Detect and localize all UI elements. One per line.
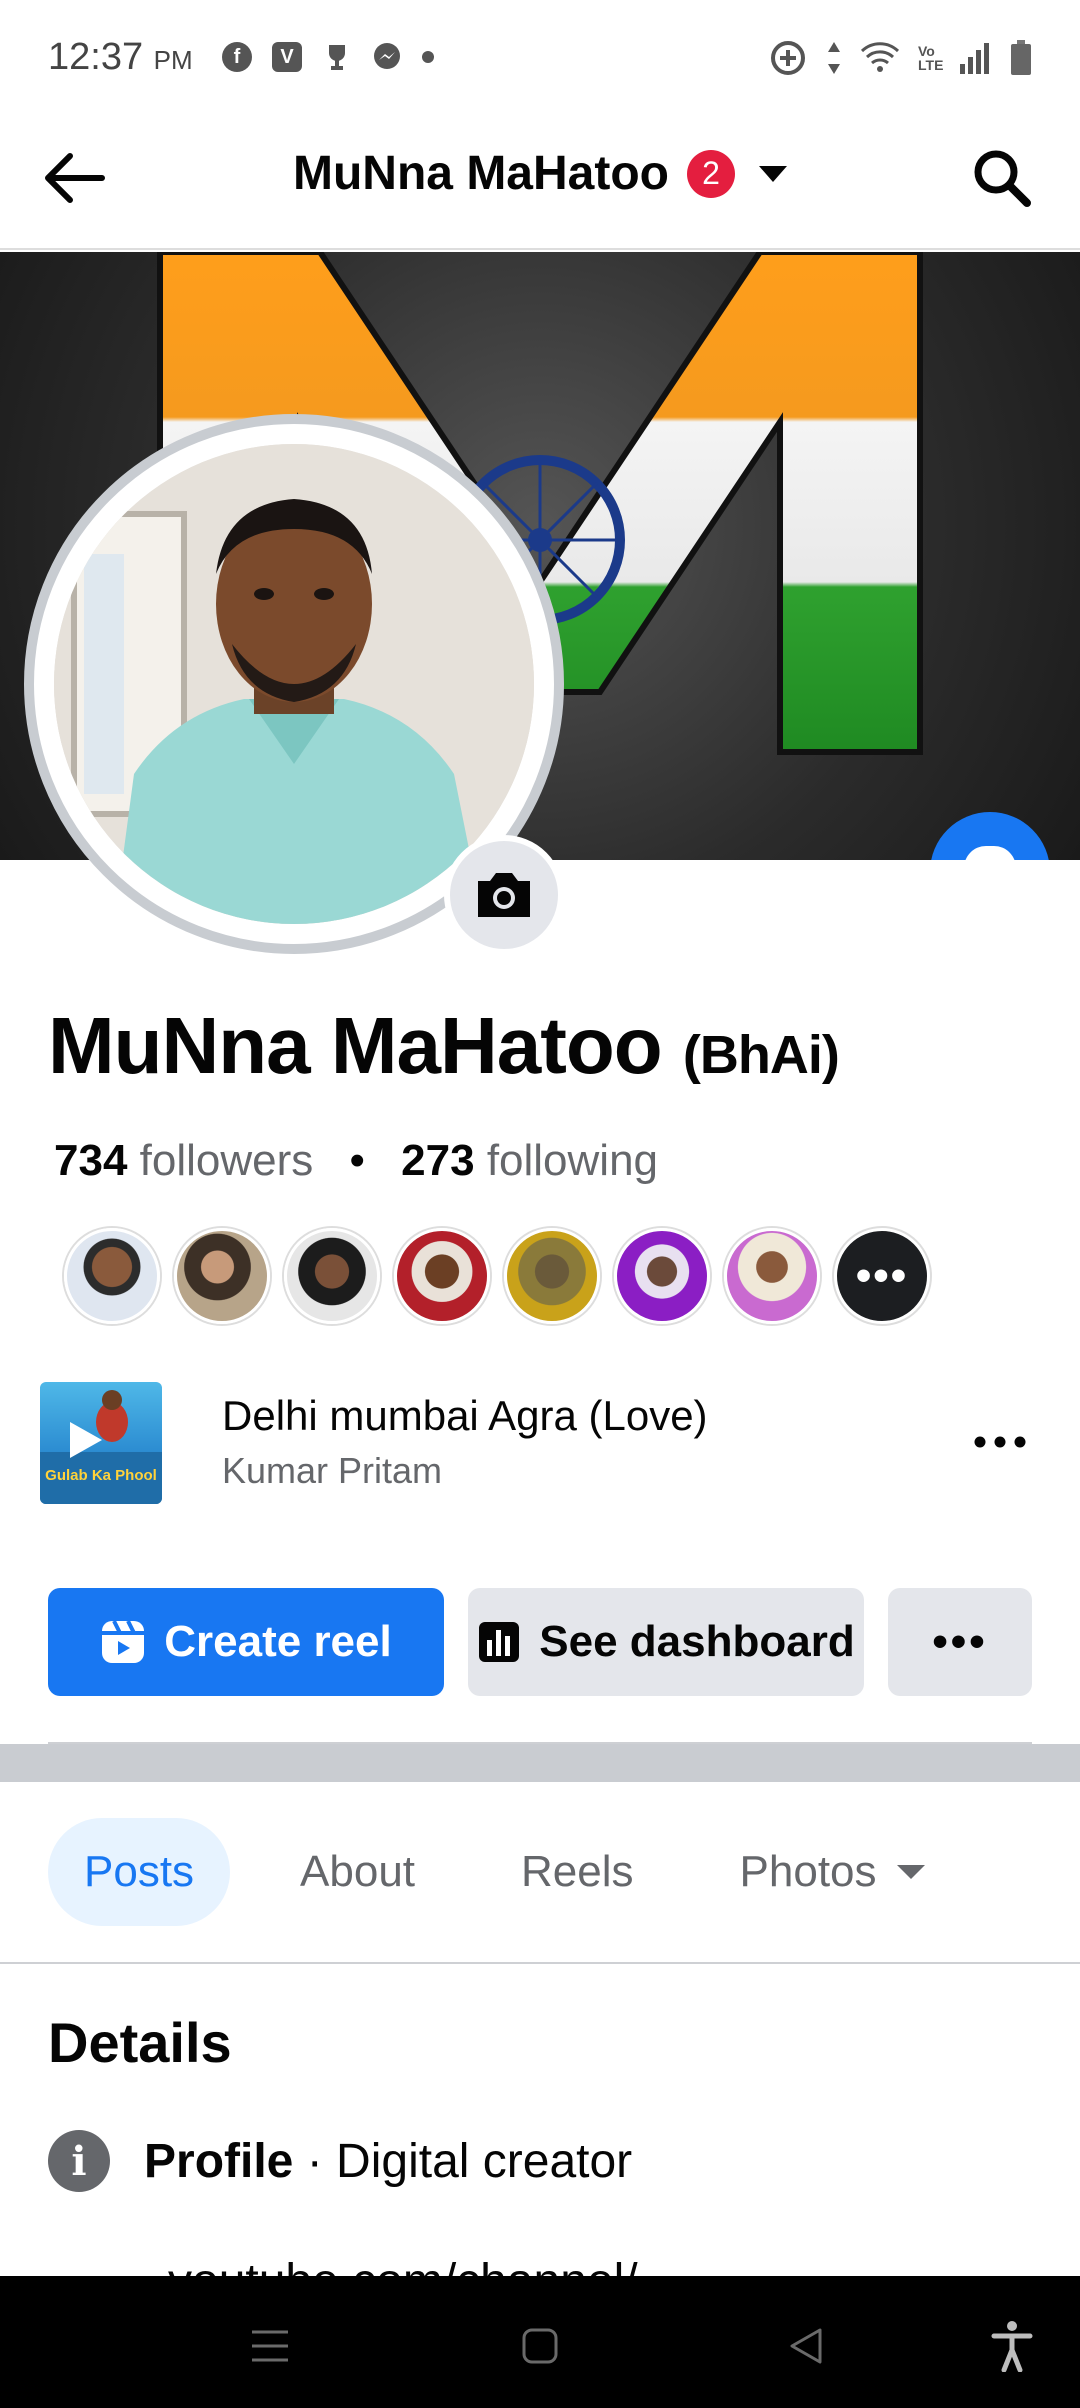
follower-avatar[interactable] [284, 1228, 380, 1324]
detail-value: Digital creator [336, 2134, 633, 2188]
notification-badge: 2 [686, 149, 735, 198]
detail-link-partial[interactable]: youtube.com/channel/ [168, 2254, 638, 2278]
tab-reels-label: Reels [521, 1847, 634, 1896]
search-button[interactable] [964, 140, 1040, 216]
see-dashboard-label: See dashboard [539, 1617, 855, 1666]
detail-text: Profile · Digital creator [144, 2134, 632, 2189]
home-icon [522, 2328, 558, 2364]
music-more-button[interactable] [970, 1412, 1030, 1472]
tab-about[interactable]: About [264, 1818, 451, 1926]
follower-avatar[interactable] [394, 1228, 490, 1324]
music-cover-art: Gulab Ka Phool [40, 1382, 162, 1504]
accessibility-icon [991, 2321, 1033, 2372]
system-navigation-bar [0, 2276, 1080, 2408]
follower-avatar[interactable] [724, 1228, 820, 1324]
profile-music[interactable]: Gulab Ka Phool Delhi mumbai Agra (Love) … [40, 1382, 1050, 1506]
data-arrows-icon [828, 42, 840, 74]
music-artist: Kumar Pritam [222, 1450, 443, 1491]
music-cover-text: Gulab Ka Phool [45, 1467, 157, 1484]
trophy-icon [329, 45, 345, 70]
search-icon [974, 150, 1031, 207]
data-saver-icon [771, 41, 805, 75]
volte-icon: Vo LTE [918, 43, 944, 73]
profile-name-text: MuNna MaHatoo [48, 1001, 663, 1090]
accessibility-button[interactable] [972, 2306, 1052, 2386]
detail-row-profile: i Profile · Digital creator [48, 2130, 632, 2192]
stats-separator: • [349, 1136, 365, 1185]
profile-name: MuNna MaHatoo (BhAi) [48, 1000, 840, 1092]
follower-avatar[interactable] [614, 1228, 710, 1324]
detail-separator: · [306, 2134, 323, 2188]
profile-header: MuNna MaHatoo 2 [0, 120, 1080, 250]
follower-avatar[interactable] [504, 1228, 600, 1324]
detail-link-text: youtube.com/channel/ [168, 2255, 638, 2278]
header-title: MuNna MaHatoo [293, 147, 669, 200]
profile-alternate-name: (BhAi) [682, 1025, 840, 1085]
section-separator [0, 1744, 1080, 1782]
music-title: Delhi mumbai Agra (Love) [222, 1392, 708, 1439]
home-button[interactable] [500, 2306, 580, 2386]
more-dots-label: ••• [932, 1617, 988, 1666]
avatar-face-icon [965, 846, 1015, 860]
follower-avatar[interactable] [174, 1228, 270, 1324]
tab-posts[interactable]: Posts [48, 1818, 231, 1926]
battery-icon [1011, 40, 1031, 75]
follower-avatar[interactable] [64, 1228, 160, 1324]
details-heading: Details [48, 2011, 232, 2074]
profile-more-button[interactable]: ••• [888, 1588, 1032, 1696]
create-reel-button[interactable]: Create reel [48, 1588, 444, 1696]
followers-avatars: ••• [64, 1228, 930, 1324]
followers-label: followers [139, 1136, 314, 1185]
recent-apps-icon [252, 2330, 288, 2362]
divider [0, 1962, 1080, 1964]
account-switcher[interactable]: MuNna MaHatoo 2 [0, 146, 1080, 201]
dot-icon [422, 51, 434, 63]
messenger-icon [374, 43, 400, 69]
tab-photos[interactable]: Photos [704, 1818, 961, 1926]
system-icons: Vo LTE [768, 38, 1032, 78]
see-dashboard-button[interactable]: See dashboard [468, 1588, 864, 1696]
detail-label: Profile [144, 2134, 294, 2188]
create-reel-label: Create reel [164, 1617, 392, 1666]
tab-about-label: About [300, 1847, 416, 1896]
tab-posts-label: Posts [84, 1847, 195, 1896]
followers-link[interactable]: 734 followers [54, 1136, 313, 1185]
info-icon: i [48, 2130, 110, 2192]
reel-icon [102, 1620, 145, 1663]
vimeo-icon: V [272, 42, 302, 72]
signal-icon [960, 43, 989, 74]
notification-icons: f V [222, 42, 434, 72]
tab-reels[interactable]: Reels [485, 1818, 670, 1926]
tab-photos-label: Photos [739, 1847, 877, 1896]
follow-stats: 734 followers • 273 following [54, 1136, 658, 1186]
edit-profile-picture-button[interactable] [444, 835, 564, 955]
more-followers-button[interactable]: ••• [834, 1228, 930, 1324]
following-label: following [486, 1136, 659, 1185]
facebook-icon: f [222, 42, 252, 72]
following-link[interactable]: 273 following [401, 1136, 658, 1185]
following-count: 273 [401, 1136, 475, 1185]
recent-apps-button[interactable] [230, 2306, 310, 2386]
create-avatar-button[interactable] [930, 812, 1050, 860]
triangle-back-icon [790, 2328, 822, 2364]
profile-tabs: Posts About Reels Photos [48, 1818, 961, 1926]
status-bar: 12:37 PM f V Vo LTE [0, 0, 1080, 120]
chevron-down-icon [758, 165, 787, 182]
dashboard-chart-icon [479, 1622, 520, 1662]
more-dots-icon [974, 1436, 1026, 1448]
chevron-down-icon [896, 1865, 925, 1879]
wifi-icon [860, 42, 900, 72]
status-time: 12:37 PM [48, 36, 193, 79]
music-cover-image: Gulab Ka Phool [40, 1390, 162, 1504]
profile-actions: Create reel See dashboard ••• [48, 1588, 1032, 1696]
status-time-value: 12:37 [48, 36, 144, 78]
camera-icon [478, 873, 530, 917]
system-back-button[interactable] [766, 2306, 846, 2386]
status-ampm: PM [153, 45, 193, 75]
followers-count: 734 [54, 1136, 128, 1185]
